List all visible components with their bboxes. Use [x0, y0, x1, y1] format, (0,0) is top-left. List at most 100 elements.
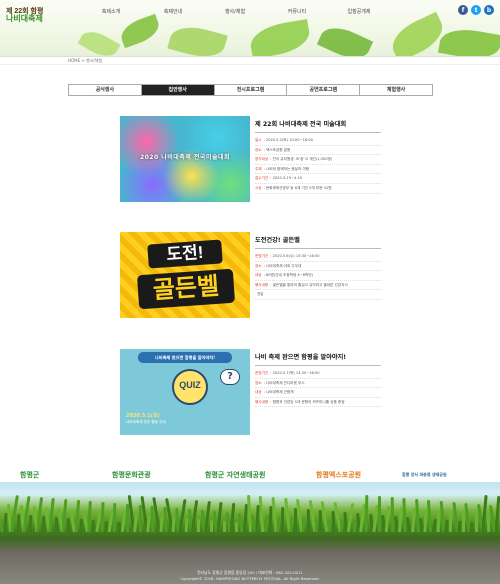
- event-thumbnail[interactable]: 나비축제 왔으면 함평을 알아야지! ? QUIZ 2020.5.1(토) 나비…: [120, 349, 250, 435]
- partner-logo-expo-park[interactable]: 함평엑스포공원: [316, 470, 361, 480]
- detail-value: : 엑스포공원 일원: [263, 147, 291, 152]
- detail-value: : 골든벨을 통하여 즐겁고 유익하고 올바른 건강지식: [270, 282, 348, 287]
- grass-blade: [184, 517, 189, 533]
- event-title: 나비 축제 완으면 함평을 알아야지!: [255, 349, 381, 366]
- grass-blade: [390, 496, 394, 533]
- tab-exhibition[interactable]: 전시프로그램: [214, 85, 288, 95]
- event-detail-row: 장소: 엑스포공원 일원: [255, 146, 381, 156]
- event-detail-row: 접수기간: 2020.3.19~4.19: [255, 174, 381, 184]
- grass-blade: [365, 494, 369, 533]
- grass-blade: [402, 497, 407, 533]
- detail-key: 행사내용: [255, 399, 269, 404]
- event-detail-row: 장소: 나비대축제 전디마켓 부스: [255, 379, 381, 389]
- facebook-icon[interactable]: f: [458, 5, 468, 15]
- event-detail-row: 대상: 나비대축제 관람객: [255, 388, 381, 398]
- event-title: 도전건강! 골든벨: [255, 232, 381, 249]
- event-detail-row: 일시: 2020.5.2(토) 10:00~16:00: [255, 136, 381, 146]
- detail-key: 대상: [255, 273, 262, 278]
- event-detail-row: 주제: 나비와 함께하는 봄날의 여행: [255, 165, 381, 175]
- event-card: 도전! 골든벨 도전건강! 골든벨 운영기간: 2020.5.6(수) 13:3…: [120, 232, 381, 318]
- grass-blade: [197, 518, 201, 533]
- grass-blade: [222, 520, 226, 533]
- detail-key: 장소: [255, 380, 262, 385]
- grass-blade: [414, 498, 420, 533]
- grass-blade: [474, 512, 478, 533]
- partner-logo-hampyeong-gun[interactable]: 함평군: [20, 470, 39, 480]
- festival-logo[interactable]: 제 22회 함평 나비대축제: [6, 8, 43, 24]
- detail-value: : 함평과 관련된 5개 문항의 퀴즈미니를 상품 증정: [270, 399, 345, 404]
- tab-home-events[interactable]: 집안행사: [141, 85, 215, 95]
- event-detail-row: 운영기간: 2020.5.7(목) 13:30~16:00: [255, 369, 381, 379]
- thumbnail-caption: QUIZ: [179, 380, 201, 390]
- detail-key: 접수기간: [255, 176, 269, 181]
- nav-item-community[interactable]: 커뮤니티: [266, 8, 328, 15]
- detail-value: : 2020.3.19~4.19: [270, 176, 302, 181]
- footer-copyright: Copyright© 2018. HAMPYEONG BUTTERFLY FES…: [180, 576, 320, 581]
- detail-value: : 문화체육관광부 등 6개 기관 5개 부문 31명: [263, 185, 332, 190]
- nav-item-festival-intro[interactable]: 축제소개: [80, 8, 142, 15]
- grass-blade: [462, 512, 465, 532]
- grass-blade: [235, 521, 239, 533]
- partner-logo-culture-tourism[interactable]: 함평문화관광: [112, 470, 151, 480]
- thumbnail-caption: 나비대축제 연주 활동 무대: [126, 420, 166, 424]
- detail-key: 참가대상: [255, 157, 269, 162]
- event-detail-row: 전달: [255, 290, 381, 300]
- detail-value: : 나비와 함께하는 봄날의 여행: [263, 166, 310, 171]
- breadcrumb: HOME > 행사/체험: [68, 58, 103, 63]
- tab-performance[interactable]: 공연프로그램: [287, 85, 361, 95]
- event-detail-row: 시상: 문화체육관광부 등 6개 기관 5개 부문 31명: [255, 184, 381, 194]
- detail-key: 대상: [255, 390, 262, 395]
- blog-icon[interactable]: b: [484, 5, 494, 15]
- detail-key: 운영기간: [255, 371, 269, 375]
- detail-value: : 나비대축제 전디마켓 부스: [263, 380, 305, 385]
- event-card: 2020 나비대축제 전국미술대회 제 22회 나비대축제 전국 미술대회 일시…: [120, 116, 381, 202]
- partner-logo-reptile-park[interactable]: 함평 양서 파충류 생태공원: [402, 472, 447, 478]
- tab-experience[interactable]: 체험행사: [360, 85, 432, 95]
- grass-blade: [288, 516, 294, 533]
- detail-key: 장소: [255, 147, 262, 152]
- detail-value: : 전국 유치원생, 초·중·고 개인(1,000명): [270, 157, 333, 162]
- leaf-decoration: [117, 13, 163, 49]
- nav-item-bidding[interactable]: 입찰공개제: [328, 8, 390, 15]
- event-info: 도전건강! 골든벨 운영기간: 2020.5.6(수) 13:30~16:00 …: [255, 232, 381, 300]
- event-tabs: 공식행사 집안행사 전시프로그램 공연프로그램 체험행사: [68, 84, 433, 96]
- thumbnail-caption: 2020 나비대축제 전국미술대회: [139, 154, 231, 161]
- grass-blade: [306, 508, 310, 533]
- grass-blade: [42, 516, 45, 532]
- detail-value: : 80명(관내 초등학생 4~6학년): [263, 273, 313, 278]
- grass-blade: [133, 513, 139, 533]
- grass-blade: [449, 510, 453, 533]
- grass-blades: [0, 482, 500, 533]
- grass-blade: [436, 509, 441, 533]
- grass-blade: [66, 517, 71, 533]
- main-nav: 축제소개 축제안내 행사/체험 커뮤니티 입찰공개제: [80, 8, 390, 15]
- site-footer: 함평군 함평문화관광 함평군 자연생태공원 함평엑스포공원 함평 양서 파충류 …: [0, 452, 500, 584]
- event-thumbnail[interactable]: 2020 나비대축제 전국미술대회: [120, 116, 250, 202]
- leaf-decoration: [167, 21, 228, 58]
- grass-blade: [410, 507, 416, 533]
- nav-item-events[interactable]: 행사/체험: [204, 8, 266, 15]
- leaf-decoration: [316, 20, 374, 58]
- grass-blade: [16, 513, 21, 533]
- grass-blade: [457, 520, 462, 533]
- detail-key: 주제: [255, 166, 262, 171]
- grass-blade: [113, 502, 117, 533]
- partner-logos: 함평군 함평문화관광 함평군 자연생태공원 함평엑스포공원 함평 양서 파충류 …: [0, 464, 500, 486]
- grass-blade: [339, 520, 344, 533]
- detail-value: : 2020.5.7(목) 13:30~16:00: [270, 371, 320, 375]
- grass-blade: [494, 495, 500, 533]
- detail-key: 시상: [255, 185, 262, 190]
- grass-blade: [469, 521, 474, 533]
- tab-official-events[interactable]: 공식행사: [69, 85, 142, 95]
- twitter-icon[interactable]: t: [471, 5, 481, 15]
- event-detail-row: 운영기간: 2020.5.6(수) 13:30~16:00: [255, 252, 381, 262]
- event-thumbnail[interactable]: 도전! 골든벨: [120, 232, 250, 318]
- grass-blade: [159, 515, 164, 533]
- event-detail-row: 참가대상: 전국 유치원생, 초·중·고 개인(1,000명): [255, 155, 381, 165]
- event-info: 나비 축제 완으면 함평을 알아야지! 운영기간: 2020.5.7(목) 13…: [255, 349, 381, 408]
- partner-logo-eco-park[interactable]: 함평군 자연생태공원: [205, 470, 265, 480]
- nav-item-festival-guide[interactable]: 축제안내: [142, 8, 204, 15]
- event-detail-row: 대상: 80명(관내 초등학생 4~6학년): [255, 271, 381, 281]
- grass-blade: [74, 499, 80, 533]
- grass-blade: [327, 519, 332, 533]
